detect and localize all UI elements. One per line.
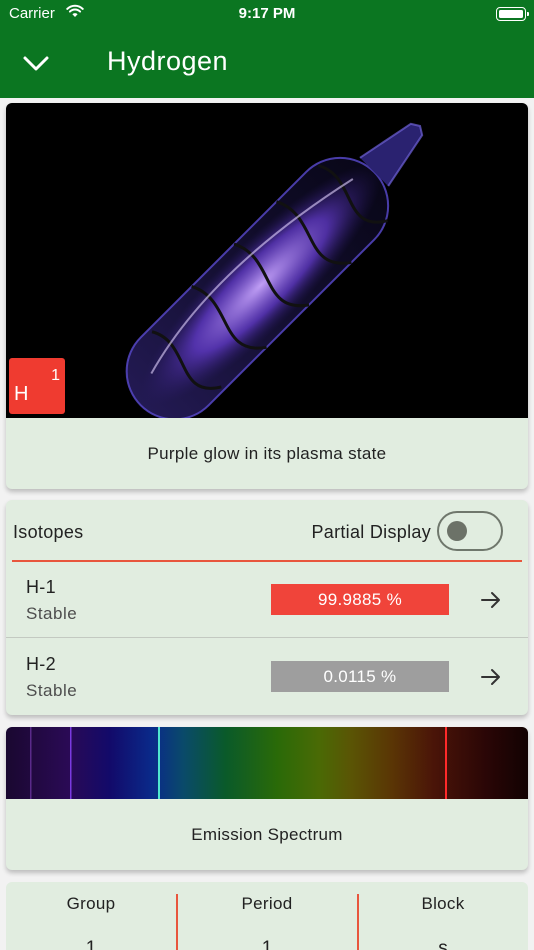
isotopes-card: Isotopes Partial Display H-1 Stable 99.9… <box>6 500 528 715</box>
isotopes-title: Isotopes <box>13 522 84 542</box>
nav-bar: Hydrogen <box>0 28 534 98</box>
block-value: s <box>438 938 448 950</box>
emission-spectrum <box>6 727 528 799</box>
photo-card: 1 H Purple glow in its plasma state <box>6 103 528 489</box>
isotope-stability: Stable <box>26 604 78 623</box>
collapse-button[interactable] <box>16 48 56 78</box>
chevron-down-icon <box>23 56 49 71</box>
spectrum-caption: Emission Spectrum <box>191 824 343 844</box>
group-value: 1 <box>85 938 97 950</box>
clock: 9:17 PM <box>238 5 296 22</box>
isotopes-header: Isotopes Partial Display <box>6 500 528 562</box>
arrow-right-icon[interactable] <box>478 587 504 613</box>
isotope-stability: Stable <box>26 681 78 700</box>
battery-icon <box>496 7 529 21</box>
atomic-number: 1 <box>51 367 60 384</box>
block-cell: Block s <box>358 882 528 950</box>
spectrum-card: Emission Spectrum <box>6 727 528 870</box>
partial-display-label: Partial Display <box>311 522 431 542</box>
block-label: Block <box>421 894 465 913</box>
isotope-name: H-1 <box>26 577 56 597</box>
isotope-row[interactable]: H-1 Stable 99.9885 % <box>6 561 528 638</box>
status-bar: Carrier 9:17 PM <box>0 0 534 28</box>
arrow-right-icon[interactable] <box>478 664 504 690</box>
isotope-row[interactable]: H-2 Stable 0.0115 % <box>6 638 528 715</box>
abundance-bar: 99.9885 % <box>271 584 449 615</box>
period-cell: Period 1 <box>177 882 357 950</box>
isotope-name: H-2 <box>26 654 56 674</box>
plasma-photo: 1 H <box>6 103 528 418</box>
partial-display-toggle[interactable] <box>437 511 503 551</box>
abundance-bar: 0.0115 % <box>271 661 449 692</box>
properties-card: Group 1 Period 1 Block s <box>6 882 528 950</box>
element-symbol: H <box>14 383 29 405</box>
group-label: Group <box>66 894 116 913</box>
page-title: Hydrogen <box>107 46 229 76</box>
period-value: 1 <box>261 938 273 950</box>
group-cell: Group 1 <box>6 882 176 950</box>
toggle-knob <box>447 521 467 541</box>
period-label: Period <box>241 894 293 913</box>
element-badge: 1 H <box>9 358 65 414</box>
photo-caption: Purple glow in its plasma state <box>147 443 387 463</box>
